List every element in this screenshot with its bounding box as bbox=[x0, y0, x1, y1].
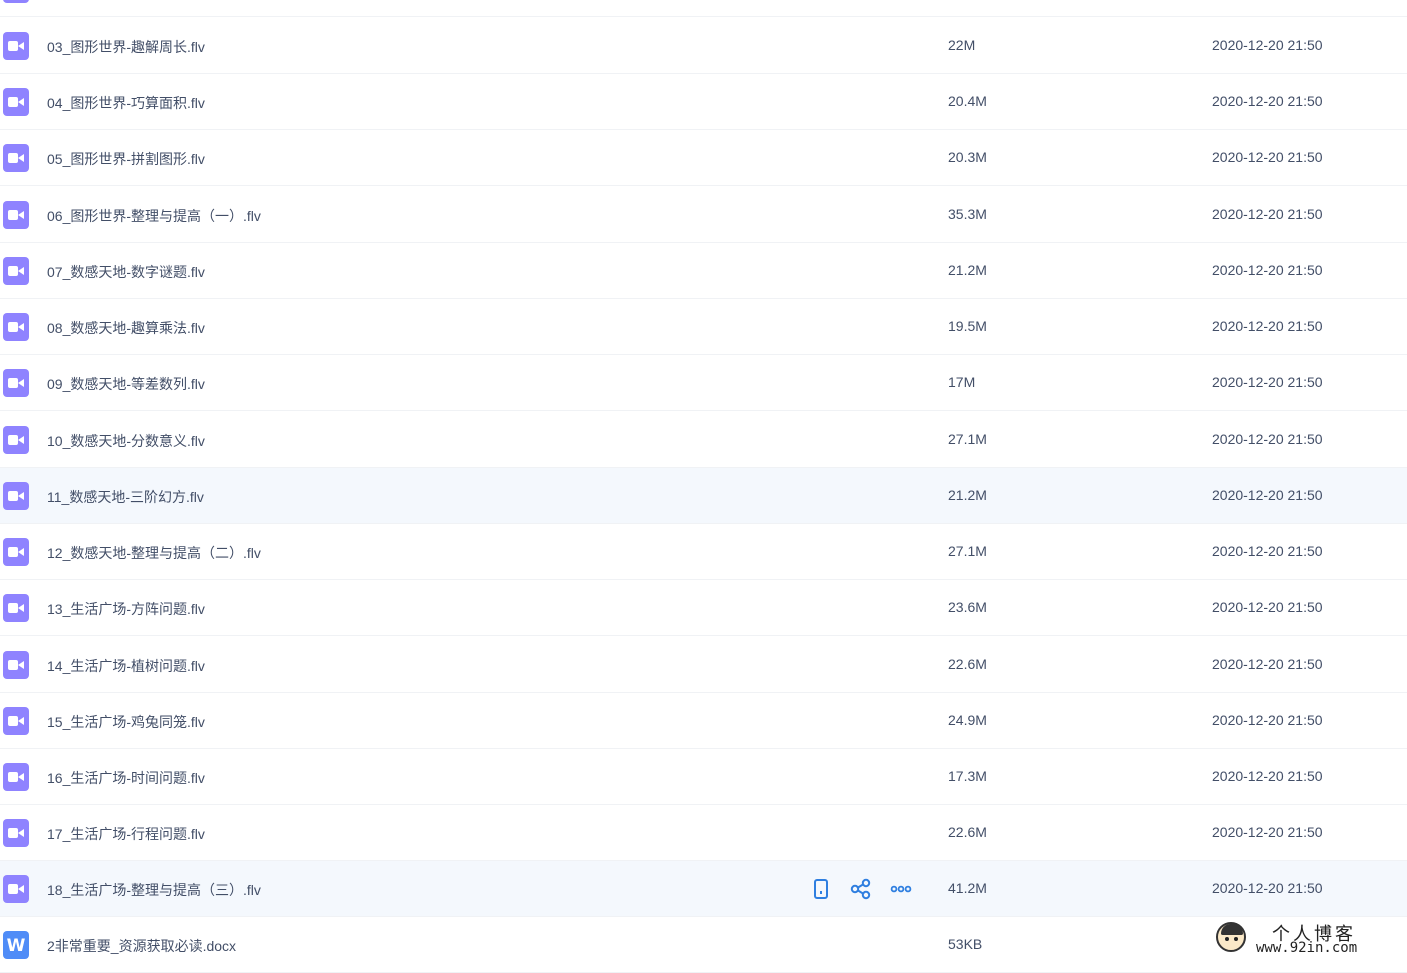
avatar bbox=[1216, 922, 1246, 952]
video-file-icon bbox=[3, 313, 29, 341]
file-name[interactable]: 03_图形世界-趣解周长.flv bbox=[47, 37, 205, 57]
video-file-icon bbox=[3, 369, 29, 397]
file-modified-date: 2020-12-20 21:50 bbox=[1212, 206, 1323, 222]
file-row[interactable]: 08_数感天地-趣算乘法.flv 19.5M 2020-12-20 21:50 bbox=[0, 299, 1407, 355]
file-modified-date: 2020-12-20 21:50 bbox=[1212, 374, 1323, 390]
video-file-icon bbox=[3, 0, 29, 3]
watermark-url: www.92in.com bbox=[1256, 940, 1358, 956]
file-size: 17.3M bbox=[948, 768, 987, 784]
video-file-icon bbox=[3, 201, 29, 229]
file-modified-date: 2020-12-20 21:50 bbox=[1212, 599, 1323, 615]
file-size: 41.2M bbox=[948, 880, 987, 896]
file-name[interactable]: 13_生活广场-方阵问题.flv bbox=[47, 599, 205, 619]
file-name[interactable]: 08_数感天地-趣算乘法.flv bbox=[47, 318, 205, 338]
video-file-icon bbox=[3, 819, 29, 847]
file-name[interactable]: 18_生活广场-整理与提高（三）.flv bbox=[47, 880, 261, 900]
file-name[interactable]: 12_数感天地-整理与提高（二）.flv bbox=[47, 543, 261, 563]
file-size: 23.6M bbox=[948, 599, 987, 615]
file-size: 21.2M bbox=[948, 487, 987, 503]
file-modified-date: 2020-12-20 21:50 bbox=[1212, 318, 1323, 334]
file-name[interactable]: 15_生活广场-鸡兔同笼.flv bbox=[47, 712, 205, 732]
file-row[interactable]: 17_生活广场-行程问题.flv 22.6M 2020-12-20 21:50 bbox=[0, 805, 1407, 861]
file-row[interactable]: 14_生活广场-植树问题.flv 22.6M 2020-12-20 21:50 bbox=[0, 637, 1407, 693]
video-file-icon bbox=[3, 482, 29, 510]
file-size: 21.2M bbox=[948, 262, 987, 278]
file-size: 22.6M bbox=[948, 824, 987, 840]
file-modified-date: 2020-12-20 21:50 bbox=[1212, 487, 1323, 503]
file-row[interactable]: 15_生活广场-鸡兔同笼.flv 24.9M 2020-12-20 21:50 bbox=[0, 693, 1407, 749]
share-icon[interactable] bbox=[850, 878, 872, 900]
file-row[interactable]: W 2非常重要_资源获取必读.docx 53KB bbox=[0, 917, 1407, 973]
file-modified-date: 2020-12-20 21:50 bbox=[1212, 37, 1323, 53]
file-name[interactable]: 14_生活广场-植树问题.flv bbox=[47, 656, 205, 676]
file-row[interactable]: 10_数感天地-分数意义.flv 27.1M 2020-12-20 21:50 bbox=[0, 412, 1407, 468]
word-file-icon: W bbox=[3, 931, 29, 959]
file-row[interactable]: 18_生活广场-整理与提高（三）.flv 41.2M 2020-12-20 21… bbox=[0, 861, 1407, 917]
video-file-icon bbox=[3, 651, 29, 679]
file-modified-date: 2020-12-20 21:50 bbox=[1212, 543, 1323, 559]
file-row[interactable]: 13_生活广场-方阵问题.flv 23.6M 2020-12-20 21:50 bbox=[0, 580, 1407, 636]
file-name[interactable]: 09_数感天地-等差数列.flv bbox=[47, 374, 205, 394]
file-modified-date: 2020-12-20 21:50 bbox=[1212, 93, 1323, 109]
video-file-icon bbox=[3, 875, 29, 903]
video-file-icon bbox=[3, 426, 29, 454]
file-name[interactable]: 11_数感天地-三阶幻方.flv bbox=[47, 487, 204, 507]
file-row[interactable]: 04_图形世界-巧算面积.flv 20.4M 2020-12-20 21:50 bbox=[0, 74, 1407, 130]
file-name[interactable]: 16_生活广场-时间问题.flv bbox=[47, 768, 205, 788]
file-name[interactable]: 10_数感天地-分数意义.flv bbox=[47, 431, 205, 451]
file-size: 24.9M bbox=[948, 712, 987, 728]
file-modified-date: 2020-12-20 21:50 bbox=[1212, 431, 1323, 447]
more-icon[interactable] bbox=[890, 878, 912, 900]
file-name[interactable]: 06_图形世界-整理与提高（一）.flv bbox=[47, 206, 261, 226]
file-name[interactable]: 17_生活广场-行程问题.flv bbox=[47, 824, 205, 844]
watermark: 个人博客 www.92in.com bbox=[1212, 918, 1402, 960]
video-file-icon bbox=[3, 32, 29, 60]
word-icon-letter: W bbox=[6, 936, 26, 956]
file-size: 17M bbox=[948, 374, 976, 390]
file-size: 53KB bbox=[948, 936, 983, 952]
file-row[interactable] bbox=[0, 0, 1407, 17]
video-file-icon bbox=[3, 88, 29, 116]
file-size: 22M bbox=[948, 37, 976, 53]
file-size: 27.1M bbox=[948, 543, 987, 559]
file-name[interactable]: 05_图形世界-拼割图形.flv bbox=[47, 149, 205, 169]
file-modified-date: 2020-12-20 21:50 bbox=[1212, 656, 1323, 672]
file-row[interactable]: 11_数感天地-三阶幻方.flv 21.2M 2020-12-20 21:50 bbox=[0, 468, 1407, 524]
file-size: 20.4M bbox=[948, 93, 987, 109]
file-modified-date: 2020-12-20 21:50 bbox=[1212, 880, 1323, 896]
file-row[interactable]: 16_生活广场-时间问题.flv 17.3M 2020-12-20 21:50 bbox=[0, 749, 1407, 805]
file-modified-date: 2020-12-20 21:50 bbox=[1212, 149, 1323, 165]
file-row[interactable]: 05_图形世界-拼割图形.flv 20.3M 2020-12-20 21:50 bbox=[0, 130, 1407, 186]
video-file-icon bbox=[3, 257, 29, 285]
phone-icon[interactable] bbox=[810, 878, 832, 900]
file-row[interactable]: 03_图形世界-趣解周长.flv 22M 2020-12-20 21:50 bbox=[0, 18, 1407, 74]
video-file-icon bbox=[3, 144, 29, 172]
video-file-icon bbox=[3, 763, 29, 791]
video-file-icon bbox=[3, 707, 29, 735]
file-name[interactable]: 07_数感天地-数字谜题.flv bbox=[47, 262, 205, 282]
file-row[interactable]: 09_数感天地-等差数列.flv 17M 2020-12-20 21:50 bbox=[0, 355, 1407, 411]
file-row[interactable]: 06_图形世界-整理与提高（一）.flv 35.3M 2020-12-20 21… bbox=[0, 187, 1407, 243]
file-modified-date: 2020-12-20 21:50 bbox=[1212, 824, 1323, 840]
file-name[interactable]: 2非常重要_资源获取必读.docx bbox=[47, 936, 236, 956]
file-name[interactable]: 04_图形世界-巧算面积.flv bbox=[47, 93, 205, 113]
file-size: 19.5M bbox=[948, 318, 987, 334]
file-modified-date: 2020-12-20 21:50 bbox=[1212, 712, 1323, 728]
file-size: 20.3M bbox=[948, 149, 987, 165]
file-modified-date: 2020-12-20 21:50 bbox=[1212, 262, 1323, 278]
file-size: 22.6M bbox=[948, 656, 987, 672]
file-size: 27.1M bbox=[948, 431, 987, 447]
file-size: 35.3M bbox=[948, 206, 987, 222]
video-file-icon bbox=[3, 594, 29, 622]
file-modified-date: 2020-12-20 21:50 bbox=[1212, 768, 1323, 784]
file-row[interactable]: 07_数感天地-数字谜题.flv 21.2M 2020-12-20 21:50 bbox=[0, 243, 1407, 299]
file-row[interactable]: 12_数感天地-整理与提高（二）.flv 27.1M 2020-12-20 21… bbox=[0, 524, 1407, 580]
video-file-icon bbox=[3, 538, 29, 566]
